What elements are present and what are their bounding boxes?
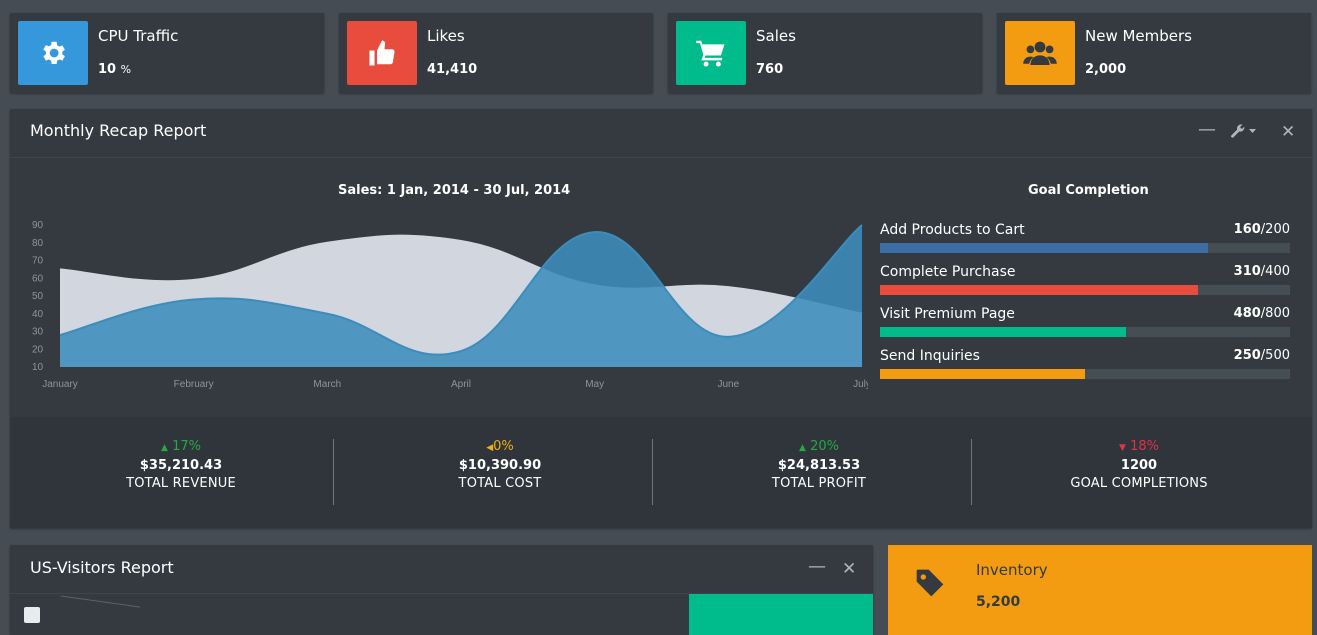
goal-progress-fill	[880, 285, 1198, 295]
caret-up-icon: ▲	[161, 443, 168, 453]
goal-label: Visit Premium Page	[880, 306, 1015, 322]
inventory-label: Inventory	[976, 561, 1048, 579]
tag-icon	[914, 567, 946, 603]
us-visitors-card: US-Visitors Report — ✕	[10, 545, 873, 635]
stat-percentage: ▲ 17%	[161, 439, 201, 454]
goal-progress-fill	[880, 327, 1126, 337]
card-header: Monthly Recap Report — ✕	[10, 109, 1312, 158]
stat-label: GOAL COMPLETIONS	[1070, 476, 1208, 491]
sales-area-chart: 10 20 30 40 50 60 70 80 90 January February March Ap…	[32, 220, 868, 390]
info-box-sales: Sales 760	[668, 13, 982, 93]
y-tick-label: 70	[32, 256, 44, 267]
monthly-recap-card: Monthly Recap Report — ✕ Sales: 1 Jan, 2…	[10, 109, 1312, 528]
stat-amount: 1200	[1120, 458, 1158, 473]
goal-label: Add Products to Cart	[880, 222, 1025, 238]
x-tick-label: June	[717, 379, 739, 390]
info-box-label: CPU Traffic	[98, 27, 179, 45]
goal-label: Complete Purchase	[880, 264, 1016, 280]
info-box-label: New Members	[1085, 27, 1192, 45]
goal-label: Send Inquiries	[880, 348, 980, 364]
inventory-info-box: Inventory 5,200	[888, 545, 1312, 635]
info-box-likes: Likes 41,410	[339, 13, 653, 93]
x-tick-label: May	[585, 379, 604, 390]
card-footer-stats: ▲ 17% $35,210.43 TOTAL REVENUE ◀0% $10,3…	[10, 417, 1312, 528]
stat-total-profit: ▲ 20% $24,813.53 TOTAL PROFIT	[660, 439, 978, 491]
stat-percentage: ◀0%	[486, 439, 514, 454]
card-title: US-Visitors Report	[30, 558, 174, 577]
info-box-value: 41,410	[427, 62, 478, 77]
stat-label: TOTAL PROFIT	[771, 476, 867, 491]
card-header: US-Visitors Report — ✕	[10, 545, 873, 594]
stat-amount: $24,813.53	[777, 458, 861, 473]
info-box-label: Likes	[427, 27, 465, 45]
chart-title: Sales: 1 Jan, 2014 - 30 Jul, 2014	[338, 183, 571, 198]
y-tick-label: 50	[32, 291, 44, 302]
y-tick-label: 30	[32, 327, 44, 338]
goal-progress-bar	[880, 285, 1290, 295]
stat-goal-completions: ▼ 18% 1200 GOAL COMPLETIONS	[980, 439, 1298, 491]
stat-amount: $35,210.43	[139, 458, 223, 473]
shopping-cart-icon	[676, 21, 746, 85]
info-box-value: 760	[756, 62, 784, 77]
goal-completion-title: Goal Completion	[1028, 183, 1149, 198]
caret-up-icon: ▲	[799, 443, 806, 453]
goal-progress-bar	[880, 327, 1290, 337]
stat-percentage: ▲ 20%	[799, 439, 839, 454]
users-icon	[1005, 21, 1075, 85]
card-title: Monthly Recap Report	[30, 121, 207, 140]
divider	[652, 439, 653, 505]
stat-total-revenue: ▲ 17% $35,210.43 TOTAL REVENUE	[22, 439, 340, 491]
close-icon[interactable]: ✕	[842, 559, 856, 579]
info-box-cpu-traffic: CPU Traffic 10 %	[10, 13, 324, 93]
inventory-value: 5,200	[976, 594, 1021, 610]
stat-label: TOTAL REVENUE	[126, 476, 236, 491]
x-tick-label: January	[42, 379, 78, 390]
gear-icon	[18, 21, 88, 85]
y-tick-label: 10	[32, 362, 44, 373]
unit-label: %	[120, 63, 132, 76]
close-icon[interactable]: ✕	[1281, 122, 1295, 142]
stat-total-cost: ◀0% $10,390.90 TOTAL COST	[341, 439, 659, 491]
divider	[971, 439, 972, 505]
goal-progress-bar	[880, 369, 1290, 379]
caret-down-icon: ▼	[1119, 443, 1126, 453]
stat-percentage: ▼ 18%	[1119, 439, 1159, 454]
visitors-side-panel	[689, 594, 873, 635]
collapse-icon[interactable]: —	[808, 556, 826, 577]
goal-value: 310/400	[1233, 264, 1290, 279]
y-tick-label: 20	[32, 344, 44, 355]
wrench-dropdown-icon[interactable]	[1230, 123, 1258, 145]
map-outline	[59, 595, 141, 614]
goal-value: 160/200	[1233, 222, 1290, 237]
y-tick-label: 40	[32, 309, 44, 320]
map-zoom-control[interactable]	[24, 607, 40, 623]
x-tick-label: July	[853, 379, 868, 390]
goal-progress-fill	[880, 369, 1085, 379]
goal-progress-fill	[880, 243, 1208, 253]
divider	[333, 439, 334, 505]
y-tick-label: 80	[32, 238, 44, 249]
goal-value: 480/800	[1233, 306, 1290, 321]
y-tick-label: 90	[32, 220, 44, 231]
x-tick-label: March	[313, 379, 341, 390]
info-box-new-members: New Members 2,000	[997, 13, 1311, 93]
info-box-value: 2,000	[1085, 62, 1127, 77]
y-tick-label: 60	[32, 273, 44, 284]
goal-progress-bar	[880, 243, 1290, 253]
thumbs-up-icon	[347, 21, 417, 85]
stat-label: TOTAL COST	[458, 476, 542, 491]
x-tick-label: April	[451, 379, 471, 390]
collapse-icon[interactable]: —	[1198, 119, 1216, 140]
info-box-label: Sales	[756, 27, 796, 45]
info-box-value: 10 %	[98, 62, 132, 77]
stat-amount: $10,390.90	[458, 458, 542, 473]
x-tick-label: February	[174, 379, 214, 390]
goal-value: 250/500	[1233, 348, 1290, 363]
